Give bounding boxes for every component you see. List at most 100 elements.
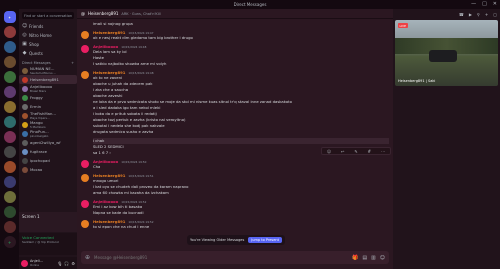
right-panel: ☎ ▶ ⚲ + ▢ LIVE Heisenberg891 | Saki (393, 9, 500, 269)
thread-icon[interactable]: # (368, 149, 371, 154)
message-text: to si epon che na chud i enne (93, 224, 150, 229)
dm-text: NUMAN NE... Saudam-Milurus ... (30, 66, 56, 75)
server-icon[interactable] (3, 131, 16, 143)
older-messages-text: You're Viewing Older Messages (190, 238, 245, 242)
server-icon[interactable] (3, 176, 16, 188)
nav-nitro[interactable]: ◎ Nitro Home (19, 31, 77, 40)
older-messages-bar: You're Viewing Older Messages Jump to Pr… (187, 235, 285, 245)
dm-text: PinoPun... pinodoelgato (30, 129, 49, 138)
server-icon[interactable] (3, 71, 16, 83)
chat-header-status: ARK · Guns, Chat'n'Kill (121, 11, 161, 16)
dm-section-header: Direct Messages + (22, 61, 74, 65)
server-icon[interactable] (3, 41, 16, 53)
server-icon[interactable] (3, 146, 16, 158)
server-icon[interactable] (3, 191, 16, 203)
call-icon[interactable]: ☎ (459, 12, 464, 17)
add-friend-icon[interactable]: + (485, 12, 488, 17)
avatar (22, 157, 28, 164)
headphones-icon[interactable]: 🎧 (64, 261, 69, 266)
minimize-icon[interactable]: — (471, 1, 476, 7)
gear-icon[interactable]: ⚙ (71, 261, 75, 266)
close-icon[interactable]: ✕ (493, 1, 497, 7)
nav-friends[interactable]: ☺ Friends (19, 22, 77, 31)
message-text: imali si nojnog grupa (93, 21, 133, 26)
message-body: Heisenberg891 10/15/2024 19:51 mnogo umori… (93, 173, 389, 196)
message-timestamp: 10/15/2024 19:50 (121, 160, 147, 164)
stream-card[interactable]: Screen 1 (19, 212, 77, 232)
avatar[interactable] (81, 160, 89, 168)
server-icon[interactable] (3, 86, 16, 98)
shop-icon: ▣ (22, 41, 27, 47)
dm-text: TheFishMan... Plays Vipers... (30, 111, 56, 120)
reaction-icon[interactable]: ☺ (327, 149, 331, 154)
dm-item[interactable]: Mango 5 Members (19, 120, 77, 129)
sticker-icon[interactable]: ▥ (371, 255, 376, 261)
dm-text: ipochopad (30, 158, 50, 163)
avatar[interactable] (81, 31, 89, 39)
dm-item[interactable]: Heisenberg891 (19, 75, 77, 84)
dm-item[interactable]: fugitrace (19, 147, 77, 156)
add-attachment-icon[interactable]: ⊕ (85, 254, 90, 261)
message-gutter (81, 138, 89, 156)
add-server-icon[interactable]: + (3, 236, 16, 248)
more-icon[interactable]: ⋯ (381, 149, 385, 154)
dm-item[interactable]: Ermin (19, 102, 77, 111)
server-icon[interactable] (3, 221, 16, 233)
dm-item[interactable]: NUMAN NE... Saudam-Milurus ... (19, 66, 77, 75)
server-icon[interactable] (3, 116, 16, 128)
message-body: Anjeliboooo 10/15/2024 19:48 Dela lam sa k… (93, 44, 389, 67)
message-input[interactable] (94, 255, 349, 260)
dm-text: Mocao (30, 167, 42, 172)
avatar[interactable] (81, 220, 89, 228)
chat-header-name: Heisenberg891 (88, 11, 119, 16)
dm-item[interactable]: TheFishMan... Plays Vipers... (19, 111, 77, 120)
dm-item[interactable]: Anjeliboooo Brawl Stars (19, 84, 77, 93)
server-icon[interactable] (3, 161, 16, 173)
server-icon[interactable] (3, 101, 16, 113)
nav-quests[interactable]: ◆ Quests (19, 49, 77, 58)
inbox-icon[interactable]: ▢ (493, 12, 497, 17)
dm-item[interactable]: PinoPun... pinodoelgato (19, 129, 77, 138)
avatar[interactable] (81, 174, 89, 182)
maximize-icon[interactable]: □ (482, 1, 487, 7)
pin-icon[interactable]: ⚲ (477, 12, 480, 17)
stream-scene-car (429, 50, 457, 62)
nav-shop[interactable]: ▣ Shop (19, 40, 77, 49)
reply-icon[interactable]: ↩ (341, 149, 344, 154)
server-icon[interactable] (3, 56, 16, 68)
dm-item[interactable]: Froggy (19, 93, 77, 102)
gif-icon[interactable]: ▤ (362, 255, 367, 261)
avatar[interactable] (81, 45, 89, 53)
home-icon[interactable]: ✦ (3, 11, 16, 23)
message-group: Anjeliboooo 10/15/2024 19:52 Emi i az kow … (81, 199, 389, 216)
avatar[interactable] (21, 259, 28, 267)
stream-preview[interactable]: LIVE Heisenberg891 | Saki (395, 20, 498, 86)
quests-icon: ◆ (22, 50, 27, 56)
dm-item[interactable]: agent2willya_wf (19, 138, 77, 147)
mic-icon[interactable]: 🎙 (57, 261, 62, 266)
dm-name: Heisenberg891 (30, 77, 59, 82)
dm-name: agent2willya_wf (30, 140, 61, 145)
gift-icon[interactable]: 🎁 (352, 255, 358, 261)
right-panel-header: ☎ ▶ ⚲ + ▢ (393, 9, 500, 19)
dm-item[interactable]: ipochopad (19, 156, 77, 165)
avatar[interactable] (81, 71, 89, 79)
server-icon[interactable] (3, 26, 16, 38)
edit-icon[interactable]: ✎ (354, 149, 357, 154)
add-dm-icon[interactable]: + (71, 61, 74, 65)
jump-to-present-button[interactable]: Jump to Present (248, 237, 282, 243)
dm-text: Froggy (30, 95, 43, 100)
avatar[interactable] (81, 200, 89, 208)
message-gutter (81, 21, 89, 27)
search-input[interactable]: Find or start a conversation (22, 12, 74, 19)
discord-window: Direct Messages — □ ✕ ✦ + Find or start … (0, 0, 500, 269)
avatar (22, 76, 28, 83)
dm-item[interactable]: Mocao (19, 165, 77, 174)
nitro-icon: ◎ (22, 32, 27, 38)
emoji-icon[interactable]: ☺ (380, 255, 385, 261)
message-text: ok e nesj reakt dim gledamo tam big brot… (93, 35, 193, 40)
server-icon[interactable] (3, 206, 16, 218)
video-icon[interactable]: ▶ (469, 12, 472, 17)
message-group: imali si nojnog grupa (81, 21, 389, 27)
message-text: I satkio najbolko showka ame mi volyh (93, 61, 167, 66)
